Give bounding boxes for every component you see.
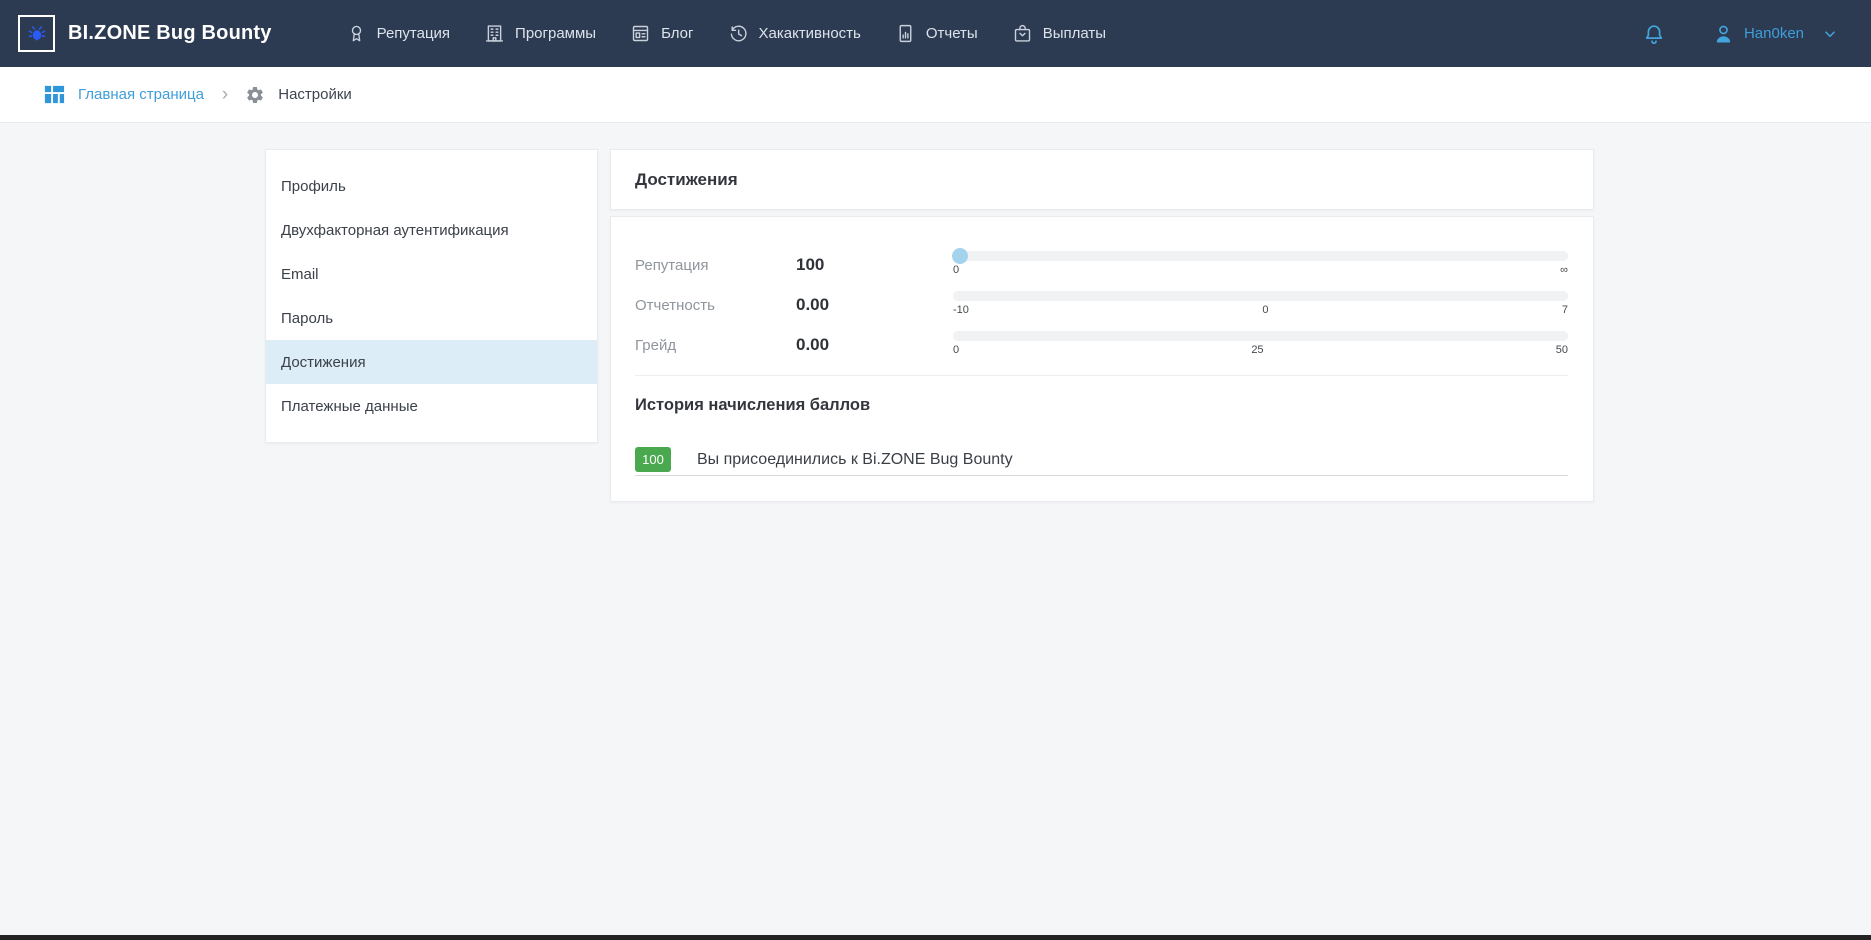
metric-slider: -10 0 7 [953,291,1568,331]
nav-item-label: Выплаты [1043,25,1106,42]
report-icon [895,23,916,44]
tick-max: 7 [1562,304,1568,317]
tick-max: ∞ [1560,264,1568,277]
metric-value: 0.00 [796,291,953,331]
history-item-text: Вы присоединились к Bi.ZONE Bug Bounty [697,451,1013,469]
notifications-bell-icon[interactable] [1642,22,1666,46]
nav-item-label: Репутация [377,25,450,42]
tick-min: -10 [953,304,969,317]
bizone-bug-logo-icon [18,15,55,52]
metric-slider: 0 25 50 [953,331,1568,371]
metric-row-grade: Грейд 0.00 0 25 50 [635,331,1568,371]
page-title: Достижения [635,170,738,190]
nav-item-label: Хакактивность [759,25,861,42]
nav-item-reports[interactable]: Отчеты [895,23,978,44]
sidebar-item-payment-details[interactable]: Платежные данные [266,384,597,428]
nav-menu: Репутация Программы [346,23,1106,44]
nav-item-payouts[interactable]: Выплаты [1012,23,1106,44]
payouts-icon [1012,23,1033,44]
points-badge: 100 [635,447,671,472]
blog-icon [630,23,651,44]
tick-max: 50 [1556,344,1568,357]
nav-item-blog[interactable]: Блог [630,23,693,44]
breadcrumb-current: Настройки [278,86,352,103]
slider-track[interactable] [953,251,1568,261]
brand-logo[interactable]: BI.ZONE Bug Bounty [18,15,272,52]
dashboard-grid-icon[interactable] [43,83,66,106]
nav-item-hacktivity[interactable]: Хакактивность [728,23,861,44]
metric-value: 0.00 [796,331,953,371]
screen: BI.ZONE Bug Bounty Репутация [0,0,1871,940]
award-icon [346,23,367,44]
slider-ticks: 0 ∞ [953,264,1568,277]
username: Han0ken [1744,25,1804,42]
nav-item-programs[interactable]: Программы [484,23,596,44]
metric-value: 100 [796,251,953,291]
tick-mid: 0 [1262,304,1268,317]
top-nav: BI.ZONE Bug Bounty Репутация [0,0,1871,67]
nav-item-label: Блог [661,25,693,42]
slider-track[interactable] [953,291,1568,301]
slider-track[interactable] [953,331,1568,341]
metric-row-reporting: Отчетность 0.00 -10 0 7 [635,291,1568,331]
gear-icon [245,85,265,105]
history-title: История начисления баллов [635,396,1568,415]
user-menu[interactable]: Han0ken [1712,22,1839,45]
nav-item-reputation[interactable]: Репутация [346,23,450,44]
metric-label: Отчетность [635,291,796,331]
achievements-header-card: Достижения [610,149,1594,210]
bottom-edge-strip [0,935,1871,940]
user-icon [1712,22,1735,45]
tick-min: 0 [953,264,959,277]
settings-sidebar: Профиль Двухфакторная аутентификация Ema… [265,149,598,443]
sidebar-item-achievements[interactable]: Достижения [266,340,597,384]
history-list-item: 100 Вы присоединились к Bi.ZONE Bug Boun… [635,447,1568,476]
nav-right-cluster: Han0ken [1642,22,1839,46]
tick-min: 0 [953,344,959,357]
slider-ticks: 0 25 50 [953,344,1568,357]
history-icon [728,23,749,44]
metric-label: Репутация [635,251,796,291]
metric-slider: 0 ∞ [953,251,1568,291]
nav-item-label: Отчеты [926,25,978,42]
sidebar-item-email[interactable]: Email [266,252,597,296]
sidebar-item-2fa[interactable]: Двухфакторная аутентификация [266,208,597,252]
section-divider [635,375,1568,376]
breadcrumb-home-link[interactable]: Главная страница [78,86,204,103]
metrics-list: Репутация 100 0 ∞ Отчетность 0.00 [635,217,1568,371]
brand-title: BI.ZONE Bug Bounty [68,22,272,45]
nav-item-label: Программы [515,25,596,42]
slider-ticks: -10 0 7 [953,304,1568,317]
breadcrumb-separator: › [222,85,228,104]
metric-label: Грейд [635,331,796,371]
slider-thumb[interactable] [952,248,968,264]
building-icon [484,23,505,44]
tick-mid: 25 [1251,344,1263,357]
sidebar-item-profile[interactable]: Профиль [266,164,597,208]
breadcrumb: Главная страница › Настройки [0,67,1871,123]
achievements-body-card: Репутация 100 0 ∞ Отчетность 0.00 [610,216,1594,502]
metric-row-reputation: Репутация 100 0 ∞ [635,251,1568,291]
chevron-down-icon [1821,25,1839,43]
sidebar-item-password[interactable]: Пароль [266,296,597,340]
